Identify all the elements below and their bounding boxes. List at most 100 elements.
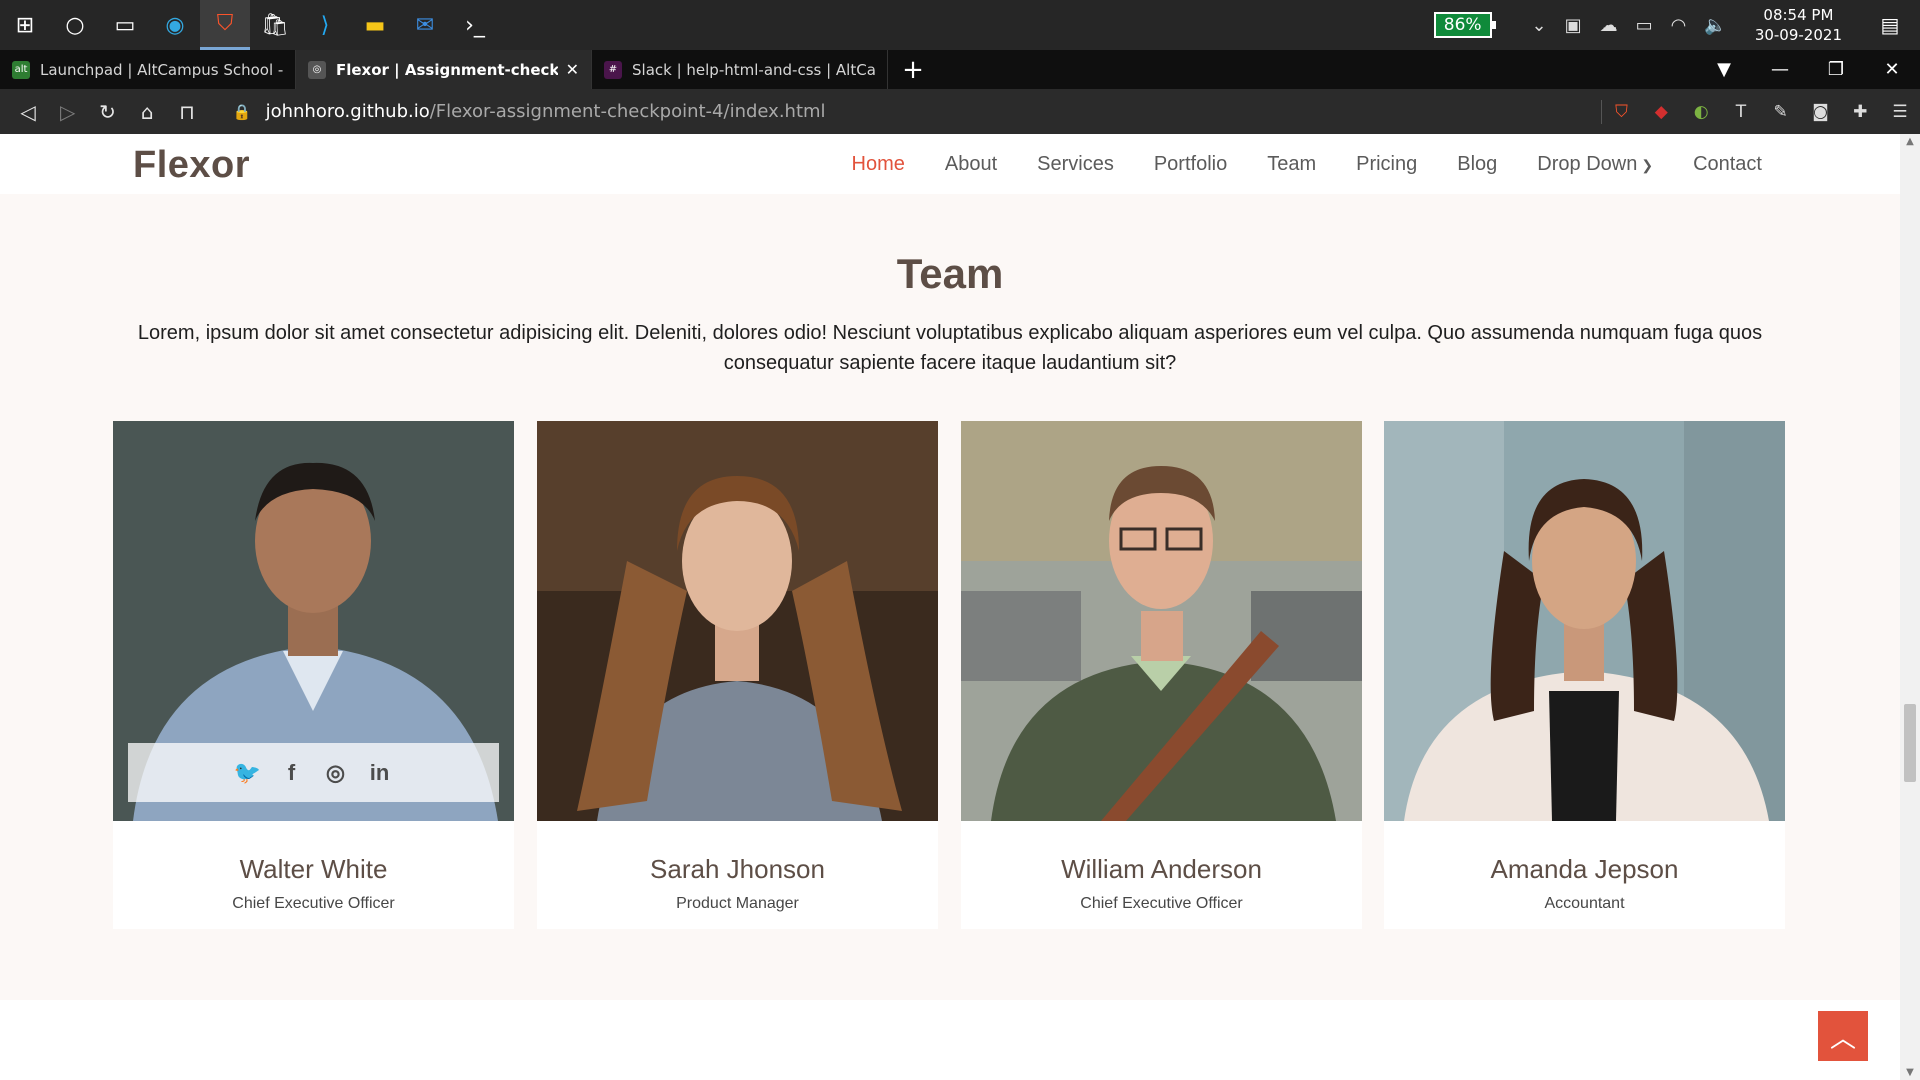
nav-blog[interactable]: Blog [1457, 153, 1497, 176]
close-tab-icon[interactable]: ✕ [566, 60, 579, 79]
lock-icon[interactable]: 🔒 [233, 103, 252, 121]
nav-services[interactable]: Services [1037, 153, 1114, 176]
close-window-icon[interactable]: ✕ [1864, 59, 1920, 80]
bookmark-icon[interactable]: ⊓ [167, 100, 207, 124]
page-scrollbar[interactable]: ▲ ▼ [1900, 134, 1920, 1080]
window-controls: ▼ — ❐ ✕ [1696, 50, 1920, 89]
linkedin-icon[interactable]: in [358, 760, 402, 786]
browser-toolbar: ◁ ▷ ↻ ⌂ ⊓ 🔒 johnhoro.github.io /Flexor-a… [0, 89, 1920, 134]
brave-icon[interactable]: ⛉ [200, 0, 250, 50]
chevron-down-icon: ❯ [1641, 156, 1654, 173]
back-to-top-button[interactable]: ︿ [1818, 1011, 1868, 1061]
scroll-down-icon[interactable]: ▼ [1900, 1067, 1920, 1078]
member-name: Sarah Jhonson [650, 854, 825, 884]
mail-icon[interactable]: ✉ [400, 0, 450, 50]
camera-icon[interactable]: ◙ [1801, 102, 1841, 122]
wifi-icon[interactable]: ◠ [1671, 15, 1687, 36]
menu-icon[interactable]: ☰ [1880, 102, 1920, 122]
url-path: /Flexor-assignment-checkpoint-4/index.ht… [429, 101, 826, 122]
scroll-up-icon[interactable]: ▲ [1900, 136, 1920, 147]
tab-slack[interactable]: # Slack | help-html-and-css | AltCampus [592, 50, 888, 89]
member-photo: 🐦 f ◎ in [113, 421, 514, 821]
brave-menu-icon[interactable]: ▼ [1696, 59, 1752, 80]
team-card: Amanda Jepson Accountant [1384, 421, 1785, 929]
nav-home[interactable]: Home [852, 153, 905, 176]
member-photo [961, 421, 1362, 821]
twitter-icon[interactable]: 🐦 [226, 760, 270, 786]
tab-flexor[interactable]: ◎ Flexor | Assignment-checkpoint-4 ✕ [296, 50, 592, 89]
nav-dropdown-label: Drop Down [1537, 152, 1638, 175]
facebook-icon[interactable]: f [270, 760, 314, 786]
chevron-up-icon: ︿ [1829, 1023, 1856, 1054]
section-description: Lorem, ipsum dolor sit amet consectetur … [137, 322, 1763, 374]
team-card: Sarah Jhonson Product Manager [537, 421, 938, 929]
windows-start-icon[interactable]: ⊞ [0, 0, 50, 50]
team-card: William Anderson Chief Executive Officer [961, 421, 1362, 929]
tab-title: Flexor | Assignment-checkpoint-4 [336, 60, 558, 79]
member-role: Chief Executive Officer [1080, 895, 1243, 912]
address-bar[interactable]: 🔒 johnhoro.github.io /Flexor-assignment-… [221, 95, 1602, 129]
social-links: 🐦 f ◎ in [128, 743, 499, 802]
site-logo[interactable]: Flexor [133, 144, 250, 187]
clock[interactable]: 08:54 PM 30-09-2021 [1755, 5, 1842, 45]
member-name: Walter White [239, 854, 388, 884]
chevron-up-icon[interactable]: ⌄ [1532, 15, 1547, 36]
team-card: 🐦 f ◎ in Walter White Chief Executive Of… [113, 421, 514, 929]
extension-icon[interactable]: ◐ [1681, 102, 1721, 122]
member-role: Product Manager [676, 895, 799, 912]
url-host: johnhoro.github.io [265, 101, 430, 122]
terminal-icon[interactable]: ›_ [450, 0, 500, 50]
nav-team[interactable]: Team [1267, 153, 1316, 176]
nav-portfolio[interactable]: Portfolio [1154, 153, 1227, 176]
member-role: Chief Executive Officer [232, 895, 395, 912]
store-icon[interactable]: 🛍 [250, 0, 300, 50]
task-view-icon[interactable]: ▭ [100, 0, 150, 50]
cloud-icon[interactable]: ☁ [1600, 15, 1618, 36]
member-name: William Anderson [1061, 854, 1262, 884]
clock-time: 08:54 PM [1763, 6, 1834, 24]
minimize-icon[interactable]: — [1752, 59, 1808, 80]
nav-about[interactable]: About [945, 153, 997, 176]
member-photo [537, 421, 938, 821]
battery-indicator[interactable]: 86% [1433, 12, 1496, 38]
system-tray: 86% ⌄ ▣ ☁ ▭ ◠ 🔈 08:54 PM 30-09-2021 ▤ [1433, 0, 1920, 50]
instagram-icon[interactable]: ◎ [314, 760, 358, 786]
text-extension-icon[interactable]: T [1721, 102, 1761, 122]
meet-icon[interactable]: ▣ [1565, 15, 1582, 36]
file-explorer-icon[interactable]: ▬ [350, 0, 400, 50]
nav-dropdown[interactable]: Drop Down ❯ [1537, 153, 1653, 176]
puzzle-icon[interactable]: ✚ [1840, 102, 1880, 122]
brave-shields-icon[interactable]: ⛉ [1602, 102, 1642, 122]
tab-title: Launchpad | AltCampus School - Learn [40, 60, 283, 79]
tab-title: Slack | help-html-and-css | AltCampus [632, 60, 875, 79]
member-role: Accountant [1544, 895, 1625, 912]
nav-pricing[interactable]: Pricing [1356, 153, 1417, 176]
maximize-icon[interactable]: ❐ [1808, 59, 1864, 80]
volume-icon[interactable]: 🔈 [1704, 15, 1726, 36]
vscode-icon[interactable]: ⟩ [300, 0, 350, 50]
reload-icon[interactable]: ↻ [88, 100, 128, 124]
search-icon[interactable]: ○ [50, 0, 100, 50]
new-tab-button[interactable]: + [888, 50, 938, 89]
browser-tab-strip: alt Launchpad | AltCampus School - Learn… [0, 50, 1920, 89]
section-title: Team [896, 250, 1004, 297]
slack-icon: # [604, 60, 622, 79]
clock-date: 30-09-2021 [1754, 26, 1842, 44]
member-photo [1384, 421, 1785, 821]
globe-icon: ◎ [308, 60, 326, 79]
nav-contact[interactable]: Contact [1693, 153, 1762, 176]
home-icon[interactable]: ⌂ [127, 100, 167, 124]
notification-icon[interactable]: ▤ [1860, 13, 1920, 37]
edge-icon[interactable]: ◉ [150, 0, 200, 50]
battery-icon[interactable]: ▭ [1636, 15, 1653, 36]
forward-icon[interactable]: ▷ [48, 100, 88, 124]
ublock-icon[interactable]: ◆ [1641, 102, 1681, 122]
pen-icon[interactable]: ✎ [1761, 102, 1801, 122]
member-name: Amanda Jepson [1490, 854, 1679, 884]
site-header: Flexor Home About Services Portfolio Tea… [0, 134, 1900, 194]
scrollbar-thumb[interactable] [1904, 704, 1916, 782]
main-nav: Home About Services Portfolio Team Prici… [812, 134, 1763, 194]
windows-taskbar: ⊞ ○ ▭ ◉ ⛉ 🛍 ⟩ ▬ ✉ ›_ 86% ⌄ ▣ ☁ ▭ ◠ 🔈 08:… [0, 0, 1920, 50]
back-icon[interactable]: ◁ [8, 100, 48, 124]
tab-launchpad[interactable]: alt Launchpad | AltCampus School - Learn [0, 50, 296, 89]
